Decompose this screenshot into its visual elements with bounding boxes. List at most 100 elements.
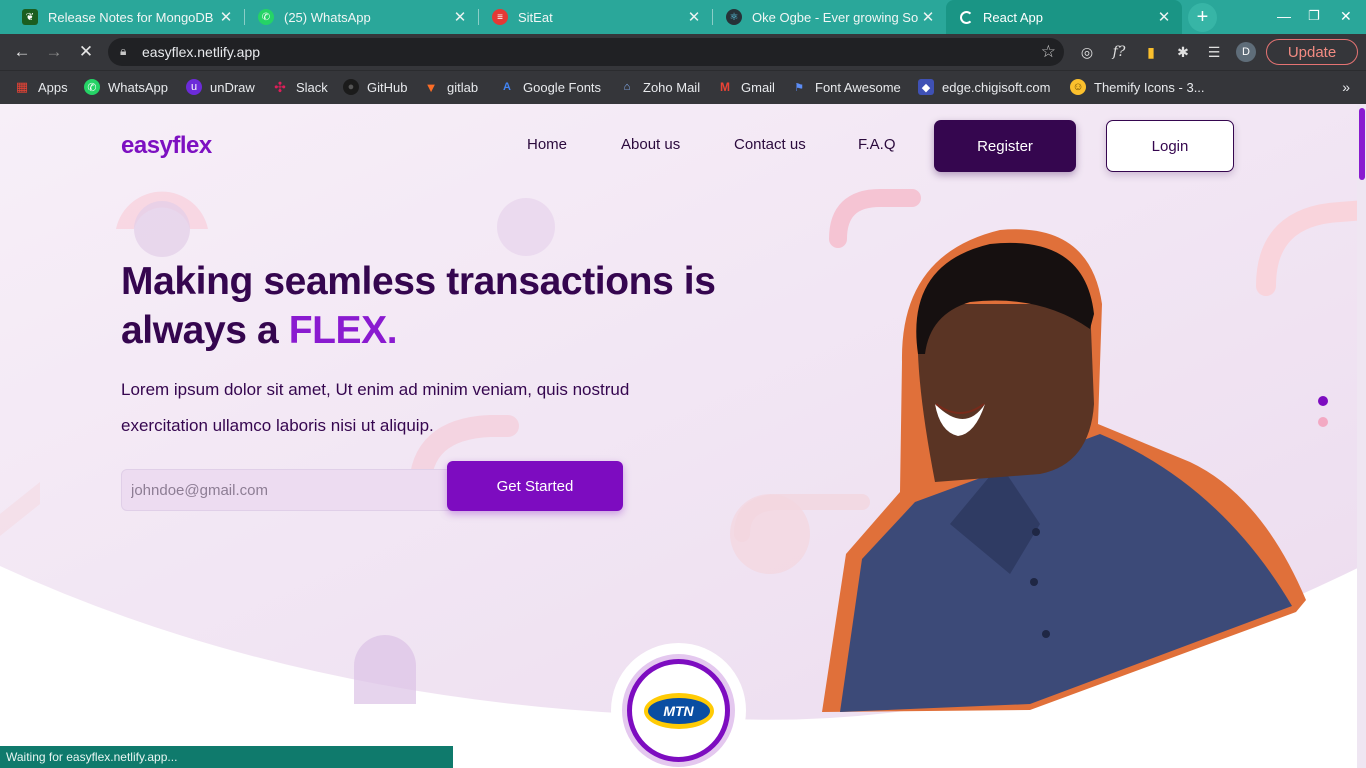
extensions-puzzle-icon[interactable]: ✱ [1173,42,1193,62]
hero-description: Lorem ipsum dolor sit amet, Ut enim ad m… [121,380,630,435]
tab-title: Release Notes for MongoDB [48,9,214,25]
apps-grid-icon: ▦ [15,79,29,94]
lock-icon: 🔒︎ [120,44,127,58]
update-button[interactable]: Update [1266,39,1358,65]
profile-avatar[interactable]: D [1236,42,1256,62]
page-scrollbar-track[interactable] [1357,104,1366,768]
tab-mongodb-release-notes[interactable]: ❦ Release Notes for MongoDB ✕ [8,0,244,34]
headline-text: Making seamless transactions is always a [121,260,716,352]
nav-contact-us[interactable]: Contact us [734,136,806,153]
partner-logo-badge: MTN [611,643,746,768]
zoho-mail-icon: ⌂ [623,81,631,93]
forward-arrow-icon[interactable]: → [43,41,65,63]
whatfont-extension-icon[interactable]: f? [1109,42,1129,62]
more-bookmarks-icon[interactable]: » [1342,79,1350,95]
bookmark-label: Slack [296,79,328,95]
page-scrollbar-thumb[interactable] [1359,108,1365,180]
page-viewport: easyflex Home About us Contact us F.A.Q … [0,104,1366,768]
slider-pagination [1318,396,1328,438]
bookmark-label: Zoho Mail [643,79,701,95]
font-awesome-flag-icon: ⚑ [794,81,804,94]
whatsapp-icon: ✆ [258,9,274,25]
bookmark-label: gitlab [447,79,479,95]
get-started-button[interactable]: Get Started [447,461,623,511]
bookmark-label: edge.chigisoft.com [942,79,1051,95]
gitlab-icon: ▼ [424,79,438,95]
bookmark-label: Themify Icons - 3... [1094,79,1205,95]
minimize-icon[interactable]: — [1277,8,1291,24]
tab-siteat[interactable]: ≡ SitEat ✕ [478,0,712,34]
close-icon[interactable]: ✕ [452,8,468,26]
browser-toolbar: ← → ✕ 🔒︎ easyflex.netlify.app ☆ ◎ f? ▮ ✱… [0,34,1366,70]
themify-icon: ☺ [1070,79,1086,95]
bookmarks-bar: ▦ Apps ✆ WhatsApp u unDraw ✣ Slack ● Git… [0,70,1366,104]
mongodb-leaf-icon: ❦ [22,9,38,25]
bookmark-gitlab[interactable]: ▼ gitlab [423,79,479,95]
browser-tab-strip: ❦ Release Notes for MongoDB ✕ ✆ (25) Wha… [0,0,1366,34]
address-bar[interactable]: 🔒︎ easyflex.netlify.app ☆ [108,38,1064,66]
close-icon[interactable]: ✕ [686,8,702,26]
bookmark-github[interactable]: ● GitHub [343,79,407,95]
close-window-icon[interactable]: ✕ [1340,8,1352,25]
back-arrow-icon[interactable]: ← [11,41,33,63]
bookmark-label: GitHub [367,79,408,95]
restore-icon[interactable]: ❐ [1308,8,1320,24]
new-tab-button[interactable]: + [1188,3,1217,32]
browser-status-bar: Waiting for easyflex.netlify.app... [0,746,453,768]
whatsapp-icon: ✆ [84,79,100,95]
extension-target-icon[interactable]: ◎ [1077,42,1097,62]
tab-title: SitEat [518,9,553,25]
close-icon[interactable]: ✕ [1156,8,1172,26]
bookmark-label: Google Fonts [523,79,602,95]
login-button[interactable]: Login [1106,120,1234,172]
decor-circle-shape [497,198,555,256]
bookmark-label: WhatsApp [108,79,168,95]
bookmark-font-awesome[interactable]: ⚑ Font Awesome [791,79,901,95]
mtn-logo-text: MTN [647,697,710,724]
bookmark-apps[interactable]: ▦ Apps [14,79,68,95]
siteat-icon: ≡ [492,9,508,25]
mtn-logo: MTN [643,692,714,729]
close-icon[interactable]: ✕ [218,8,234,26]
nav-about-us[interactable]: About us [621,136,680,153]
email-input[interactable] [121,469,451,511]
bookmark-zoho-mail[interactable]: ⌂ Zoho Mail [619,79,700,95]
close-icon[interactable]: ✕ [920,8,936,26]
bookmark-whatsapp[interactable]: ✆ WhatsApp [84,79,168,95]
github-icon: ● [343,79,359,95]
headline-accent: FLEX. [288,309,398,352]
bookmark-undraw[interactable]: u unDraw [186,79,255,95]
tab-title: Oke Ogbe - Ever growing So [752,9,919,25]
nav-home[interactable]: Home [527,136,567,153]
tab-whatsapp[interactable]: ✆ (25) WhatsApp ✕ [244,0,478,34]
bookmark-label: Font Awesome [815,79,901,95]
bookmark-label: unDraw [210,79,255,95]
bookmark-themify[interactable]: ☺ Themify Icons - 3... [1070,79,1205,95]
slider-dot-active[interactable] [1318,396,1328,406]
decor-pill-shape [354,635,416,704]
plus-icon: + [1196,6,1209,28]
register-button[interactable]: Register [934,120,1076,172]
media-queue-icon[interactable]: ☰ [1204,42,1224,62]
url-text: easyflex.netlify.app [142,44,261,60]
bookmark-google-fonts[interactable]: A Google Fonts [499,79,601,95]
bookmark-star-icon[interactable]: ☆ [1041,42,1056,62]
bookmark-gmail[interactable]: M Gmail [717,79,775,95]
extension-note-icon[interactable]: ▮ [1141,42,1161,62]
bookmark-label: Gmail [741,79,775,95]
edge-chigisoft-icon: ◆ [918,79,934,95]
google-fonts-icon: A [503,81,511,93]
bookmark-edge-chigisoft[interactable]: ◆ edge.chigisoft.com [918,79,1050,95]
tab-title: (25) WhatsApp [284,9,371,25]
slack-icon: ✣ [274,78,286,95]
tab-oke-ogbe[interactable]: ⚛ Oke Ogbe - Ever growing So ✕ [712,0,946,34]
undraw-icon: u [186,79,202,95]
stop-loading-icon[interactable]: ✕ [75,41,97,63]
slider-dot[interactable] [1318,417,1328,427]
bookmark-label: Apps [38,79,68,95]
site-logo[interactable]: easyflex [121,132,212,160]
hero-headline: Making seamless transactions is always a… [121,257,721,355]
bookmark-slack[interactable]: ✣ Slack [272,79,328,95]
tab-react-app[interactable]: React App ✕ [946,0,1182,34]
nav-faq[interactable]: F.A.Q [858,136,896,153]
